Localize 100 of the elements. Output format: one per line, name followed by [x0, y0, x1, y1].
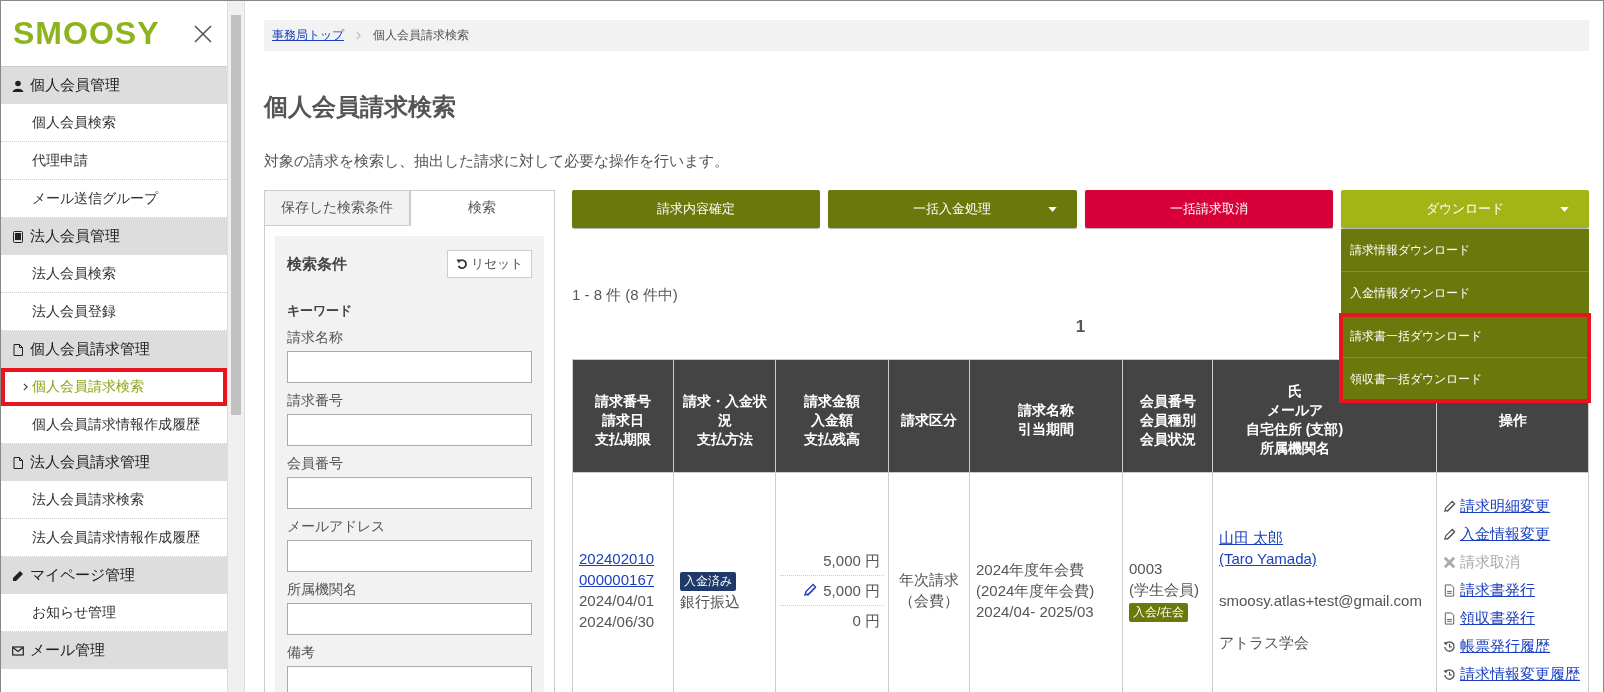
breadcrumb-link[interactable]: 事務局トップ: [272, 27, 344, 44]
tab[interactable]: 保存した検索条件: [264, 190, 410, 226]
status-badge: 入会/在会: [1129, 603, 1189, 622]
amount: 0 円: [852, 610, 880, 631]
close-icon: [1443, 555, 1456, 569]
logo: SMOOSY: [13, 15, 160, 52]
sidebar-section-header[interactable]: マイページ管理: [1, 557, 227, 594]
reset-button[interactable]: リセット: [447, 250, 532, 278]
page-number[interactable]: 1: [1075, 317, 1086, 337]
operation-link: 請求取消: [1460, 552, 1520, 572]
action-button[interactable]: 一括入金処理: [828, 190, 1077, 228]
section-title: 個人会員管理: [30, 76, 120, 95]
column-header: 請求・入金状況 支払方法: [673, 359, 776, 473]
billing-period: 2024/04- 2025/03: [976, 601, 1095, 622]
sidebar-section-header[interactable]: 法人会員請求管理: [1, 444, 227, 481]
field-label: 会員番号: [287, 455, 344, 473]
input-field[interactable]: [287, 666, 532, 692]
group-label: キーワード: [287, 302, 353, 320]
input-field[interactable]: [287, 603, 532, 635]
pencil-icon: [803, 583, 818, 597]
member-name-link[interactable]: (Taro Yamada): [1219, 548, 1317, 569]
menu-item[interactable]: 入金情報ダウンロード: [1340, 272, 1589, 315]
member-name-link[interactable]: 山田 太郎: [1219, 527, 1284, 548]
document-icon: [1443, 611, 1456, 625]
field-label: 請求名称: [287, 329, 344, 347]
operation-link[interactable]: 領収書発行: [1460, 604, 1535, 632]
chevron-icon: [356, 31, 361, 40]
operation-link[interactable]: 入金情報変更: [1460, 520, 1550, 548]
input-field[interactable]: [287, 477, 532, 509]
result-count: 1 - 8 件 (8 件中): [572, 286, 678, 305]
panel-heading: 検索条件: [287, 254, 347, 274]
action-button[interactable]: 請求内容確定: [572, 190, 821, 228]
field-label: 備考: [287, 644, 316, 662]
sidebar-section-header[interactable]: メール管理: [1, 632, 227, 669]
close-icon[interactable]: [193, 23, 213, 44]
column-header: 会員番号 会員種別 会員状況: [1122, 359, 1213, 473]
document-icon: [12, 343, 24, 356]
history-icon: [1443, 639, 1456, 653]
page-description: 対象の請求を検索し、抽出した請求に対して必要な操作を行います。: [264, 152, 730, 171]
sidebar-section-header[interactable]: 個人会員管理: [1, 67, 227, 104]
billing-name: 2024年度年会費: [976, 559, 1086, 580]
chevron-icon: [23, 382, 28, 391]
column-header: 請求区分: [888, 359, 970, 473]
menu-item[interactable]: 請求情報ダウンロード: [1340, 229, 1589, 272]
member-number: 0003: [1129, 559, 1164, 579]
breadcrumb-current: 個人会員請求検索: [373, 27, 469, 44]
organization-name: アトラス学会: [1219, 633, 1310, 653]
payment-method: 銀行振込: [680, 591, 741, 612]
menu-item[interactable]: 領収書一括ダウンロード: [1340, 358, 1589, 401]
input-field[interactable]: [287, 414, 532, 446]
section-title: 法人会員管理: [30, 227, 120, 246]
section-title: マイページ管理: [30, 566, 135, 585]
input-field[interactable]: [287, 351, 532, 383]
column-header: 請求金額 入金額 支払残高: [775, 359, 889, 473]
pencil-icon: [1443, 499, 1456, 513]
sidebar-item[interactable]: 法人会員検索: [1, 255, 227, 293]
email-address: smoosy.atlas+test@gmail.com: [1219, 591, 1423, 611]
section-title: 個人会員請求管理: [30, 340, 150, 359]
person-icon: [12, 79, 24, 92]
mail-icon: [12, 644, 24, 657]
document-icon: [12, 456, 24, 469]
pencil-icon: [12, 569, 24, 582]
operation-link[interactable]: 帳票発行履歴: [1460, 632, 1550, 660]
menu-item[interactable]: 請求書一括ダウンロード: [1340, 315, 1589, 358]
page-title: 個人会員請求検索: [264, 92, 457, 122]
column-header: 請求名称 引当期間: [969, 359, 1123, 473]
billing-category: 年次請求: [898, 570, 960, 590]
invoice-date: 2024/04/01: [579, 591, 656, 611]
sidebar-section-header[interactable]: 法人会員管理: [1, 218, 227, 255]
billing-category: （会費）: [898, 591, 960, 611]
column-header: 請求番号 請求日 支払期限: [572, 359, 674, 473]
amount: 5,000 円: [823, 580, 880, 601]
undo-icon: [456, 258, 468, 270]
invoice-number-link[interactable]: 202402010000000167: [579, 548, 659, 590]
scrollbar[interactable]: [228, 1, 244, 692]
member-type: (学生会員): [1129, 580, 1200, 600]
operation-link[interactable]: 請求明細変更: [1460, 492, 1550, 520]
tablet-icon: [12, 230, 24, 243]
due-date: 2024/06/30: [579, 612, 656, 632]
field-label: 請求番号: [287, 392, 344, 410]
tab[interactable]: 検索: [409, 190, 555, 226]
billing-name-sub: (2024年度年会費): [976, 580, 1096, 601]
section-title: 法人会員請求管理: [30, 453, 150, 472]
amount: 5,000 円: [823, 550, 880, 571]
operation-link[interactable]: 請求書発行: [1460, 576, 1535, 604]
pencil-icon: [1443, 527, 1456, 541]
field-label: メールアドレス: [287, 518, 386, 536]
operation-link[interactable]: 請求情報変更履歴: [1460, 660, 1580, 688]
sidebar-item[interactable]: 個人会員検索: [1, 104, 227, 142]
history-icon: [1443, 667, 1456, 681]
field-label: 所属機関名: [287, 581, 358, 599]
sidebar-item[interactable]: 法人会員請求検索: [1, 481, 227, 519]
sidebar-item[interactable]: 代理申請: [1, 142, 227, 180]
scrollbar-thumb[interactable]: [231, 15, 241, 415]
status-badge: 入金済み: [680, 571, 736, 591]
action-button[interactable]: 一括請求取消: [1084, 190, 1333, 228]
sidebar-section-header[interactable]: 個人会員請求管理: [1, 331, 227, 368]
section-title: メール管理: [30, 641, 105, 660]
input-field[interactable]: [287, 540, 532, 572]
document-icon: [1443, 583, 1456, 597]
